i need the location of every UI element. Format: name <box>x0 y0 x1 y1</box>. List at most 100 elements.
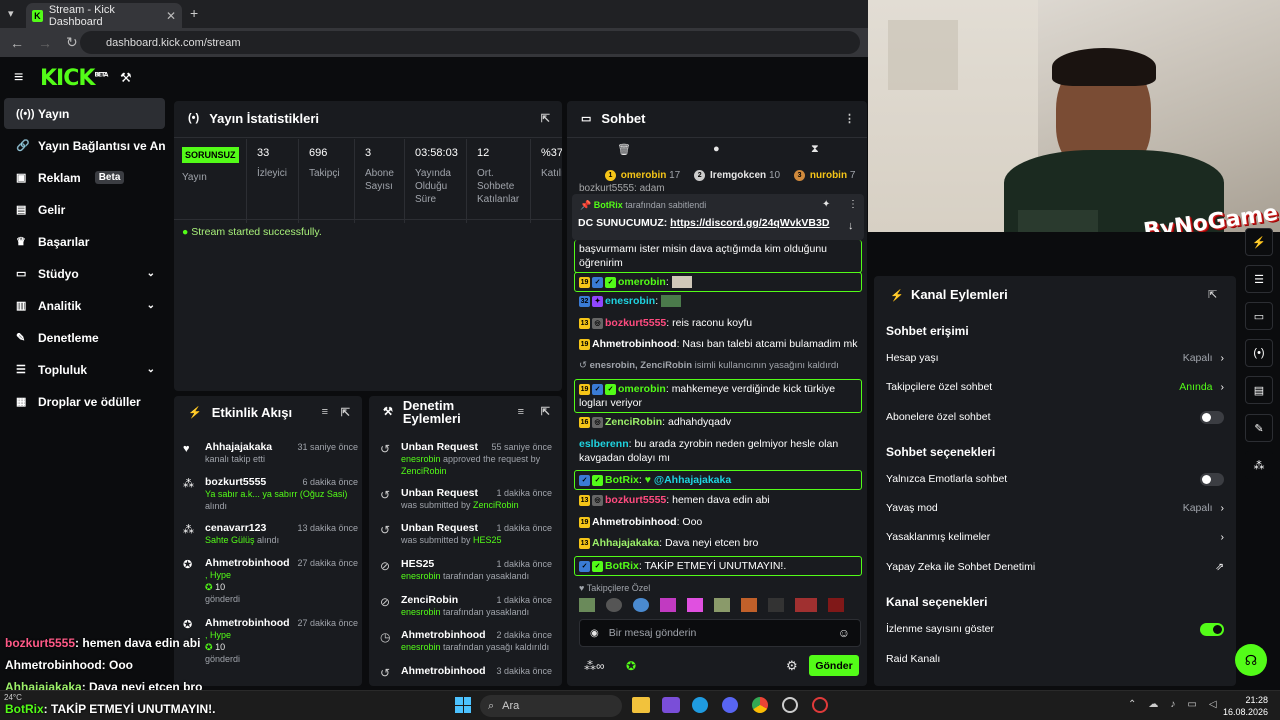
row-account-age[interactable]: Hesap yaşı Kapalı › <box>886 348 1224 368</box>
chat-icon[interactable]: ▭ <box>1245 302 1273 330</box>
kick-coin-icon[interactable]: ✪ <box>626 659 636 673</box>
overlay-message: Ahmetrobinhood: Ooo <box>5 658 133 672</box>
kick-coin-icon: ✪ <box>183 559 193 571</box>
view-count-toggle[interactable] <box>1200 622 1224 636</box>
list-icon[interactable]: ☰ <box>1245 265 1273 293</box>
filter-icon[interactable]: ≡ <box>322 406 328 418</box>
bolt-icon[interactable]: ⚡ <box>1245 228 1273 256</box>
wrench-icon[interactable]: ✎ <box>1245 414 1273 442</box>
taskbar-search[interactable]: ⌕ Ara <box>480 695 622 717</box>
more-options-icon[interactable]: ⋮ <box>848 199 858 210</box>
emote-icon[interactable] <box>606 598 622 612</box>
chevron-down-icon: ⌄ <box>146 364 155 375</box>
hourglass-icon[interactable]: ⧗ <box>811 143 819 156</box>
edge-icon[interactable] <box>692 697 708 713</box>
leader-2[interactable]: 2 Iremgokcen 10 <box>694 170 780 181</box>
address-bar[interactable]: dashboard.kick.com/stream <box>80 31 860 54</box>
emote-icon[interactable] <box>741 598 757 612</box>
emoji-icon[interactable]: ☺ <box>838 626 850 640</box>
leader-3[interactable]: 3 nurobin 7 <box>794 170 855 181</box>
sidebar-item-label: Droplar ve ödüller <box>38 394 141 409</box>
app-icon[interactable] <box>782 697 798 713</box>
points-icon[interactable]: ⁂ <box>1245 451 1273 479</box>
teams-icon[interactable] <box>662 697 680 713</box>
sidebar-item-droplar[interactable]: ▦ Droplar ve ödüller <box>4 386 165 417</box>
send-button[interactable]: Gönder <box>809 655 859 676</box>
kick-logo[interactable]: KICKBETA <box>40 66 108 91</box>
file-explorer-icon[interactable] <box>632 697 650 713</box>
emote-icon[interactable] <box>579 598 595 612</box>
row-ai-moderation[interactable]: Yapay Zeka ile Sohbet Denetimi ⇗ <box>886 557 1224 577</box>
sidebar-item-topluluk[interactable]: ☰ Topluluk ⌄ <box>4 354 165 385</box>
row-banned-words[interactable]: Yasaklanmış kelimeler › <box>886 527 1224 547</box>
emote-icon[interactable] <box>660 598 676 612</box>
sidebar-item-reklam[interactable]: ▣ Reklam Beta <box>4 162 165 193</box>
chevron-right-icon: › <box>1220 531 1225 543</box>
popout-icon[interactable]: ⇱ <box>541 112 550 125</box>
sidebar-item-yayin[interactable]: ((•)) Yayın <box>4 98 165 129</box>
broadcast-icon[interactable]: (•) <box>1245 339 1273 367</box>
emote-icon[interactable] <box>768 598 784 612</box>
emote-icon[interactable] <box>633 598 649 612</box>
arrow-down-icon[interactable]: ↓ <box>848 220 854 232</box>
discord-icon[interactable] <box>722 697 738 713</box>
sidebar-item-gelir[interactable]: ▤ Gelir <box>4 194 165 225</box>
popout-icon[interactable]: ⇱ <box>1208 288 1217 301</box>
chat-message: 13 ◎ bozkurt5555: hemen dava edin abi <box>579 494 770 506</box>
emote-icon <box>671 276 692 289</box>
windows-start-icon[interactable] <box>455 697 471 713</box>
chat-input[interactable]: ◉ Bir mesaj gönderin ☺ <box>579 619 861 647</box>
row-slow-mode[interactable]: Yavaş mod Kapalı › <box>886 498 1224 518</box>
new-tab-icon[interactable]: + <box>190 5 198 21</box>
chrome-icon[interactable] <box>752 697 768 713</box>
chat-title: Sohbet <box>601 110 646 126</box>
hamburger-icon[interactable]: ≡ <box>14 69 23 87</box>
browser-tab[interactable]: K Stream - Kick Dashboard ✕ <box>26 3 182 28</box>
tab-search-icon[interactable]: ▾ <box>8 7 14 20</box>
popout-icon[interactable]: ⇱ <box>341 406 350 419</box>
sidebar-item-studyo[interactable]: ▭ Stüdyo ⌄ <box>4 258 165 289</box>
sidebar-item-basarilar[interactable]: ♛ Başarılar <box>4 226 165 257</box>
weather-widget[interactable]: 24°C <box>4 693 22 702</box>
pin-icon[interactable]: ✦ <box>822 199 830 210</box>
tools-icon[interactable]: ⚒ <box>120 70 132 86</box>
status-badge: SORUNSUZ <box>182 147 239 163</box>
forward-icon[interactable]: → <box>38 35 52 51</box>
points-icon[interactable]: ⁂∞ <box>584 659 605 673</box>
row-raid-channel[interactable]: Raid Kanalı <box>886 649 1224 669</box>
chart-icon: ▤ <box>16 204 27 216</box>
search-icon: ⌕ <box>488 699 495 712</box>
filter-icon[interactable]: ≡ <box>518 406 524 419</box>
trash-icon[interactable]: 🗑 <box>617 143 631 156</box>
list-item: ◷ Ahmetrobinhood enesrobin tarafından yasa… <box>380 629 552 652</box>
back-icon[interactable]: ← <box>10 35 24 51</box>
support-headset-icon[interactable]: ☊ <box>1235 644 1267 676</box>
chat-bubble-icon[interactable]: ● <box>713 143 720 155</box>
reload-icon[interactable]: ↻ <box>66 34 78 51</box>
browser-toolbar: ← → ↻ dashboard.kick.com/stream <box>0 28 868 57</box>
popout-icon[interactable]: ⇱ <box>541 406 550 419</box>
settings-gear-icon[interactable]: ⚙ <box>786 658 798 674</box>
section-chat-access: Sohbet erişimi <box>886 324 969 338</box>
stats-icon[interactable]: ▤ <box>1245 376 1273 404</box>
row-followers-only[interactable]: Takipçilere özel sohbet Anında › <box>886 377 1224 397</box>
discord-link[interactable]: https://discord.gg/24qWvkVB3D <box>670 217 829 229</box>
more-options-icon[interactable]: ⋮ <box>844 112 855 125</box>
sidebar-item-analitik[interactable]: ▥ Analitik ⌄ <box>4 290 165 321</box>
system-message: ↺ enesrobin, ZenciRobin isimli kullanıcı… <box>579 360 839 371</box>
emote-icon[interactable] <box>687 598 703 612</box>
emote-icon[interactable] <box>714 598 730 612</box>
subscribers-only-toggle[interactable] <box>1200 410 1224 424</box>
emotes-only-toggle[interactable] <box>1200 472 1224 486</box>
stat-followers: 696 Takipçi <box>298 139 354 223</box>
emote-icon[interactable] <box>795 598 817 612</box>
close-tab-icon[interactable]: ✕ <box>166 9 176 23</box>
sidebar-item-denetleme[interactable]: ✎ Denetleme <box>4 322 165 353</box>
opera-icon[interactable] <box>812 697 828 713</box>
system-tray[interactable]: ⌃ ☁ ♪ ▭ ◁ <box>1128 699 1217 710</box>
leader-1[interactable]: 1 omerobin 17 <box>605 170 680 181</box>
clock[interactable]: 21:28 16.08.2026 <box>1222 694 1268 718</box>
emote-icon[interactable] <box>828 598 844 612</box>
overlay-message: bozkurt5555: hemen dava edin abi <box>5 636 201 650</box>
sidebar-item-link[interactable]: 🔗 Yayın Bağlantısı ve Anahtarı <box>4 130 165 161</box>
